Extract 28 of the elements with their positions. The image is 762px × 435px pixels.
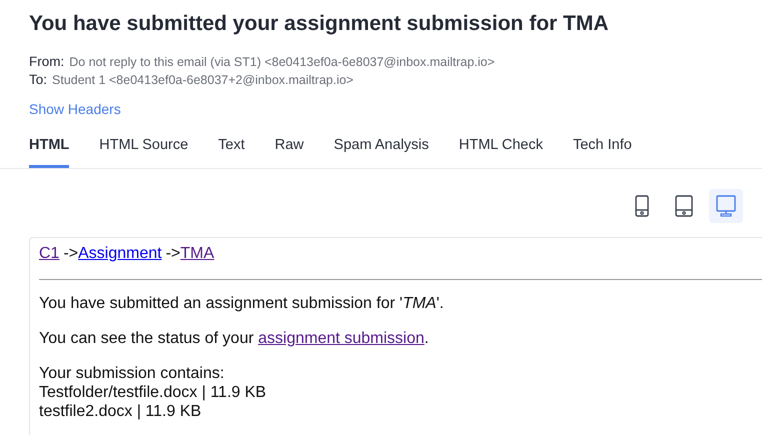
file-entry: Testfolder/testfile.docx | 11.9 KB — [39, 383, 268, 402]
breadcrumb-link[interactable]: Assignment — [78, 245, 162, 262]
phone-icon — [635, 195, 649, 217]
to-label: To: — [29, 72, 48, 87]
tab[interactable]: Spam Analysis — [334, 129, 429, 168]
breadcrumb-separator: -> — [166, 245, 180, 262]
monitor-icon — [716, 195, 736, 217]
file-entry: testfile2.docx | 11.9 KB — [39, 402, 202, 421]
contents-label: Your submission contains: — [39, 364, 226, 383]
email-subject: You have submitted your assignment submission for TMA — [28, 11, 610, 36]
tab[interactable]: Text — [218, 129, 245, 168]
show-headers-link[interactable]: Show Headers — [29, 101, 121, 117]
tab[interactable]: HTML Check — [458, 129, 543, 168]
breadcrumb-separator: -> — [63, 245, 78, 262]
tablet-icon — [675, 195, 693, 217]
breadcrumb-link[interactable]: TMA — [180, 245, 214, 262]
message-text: You have submitted an assignment submission for 'TMA'. — [39, 294, 445, 314]
desktop-view-button[interactable] — [709, 189, 743, 223]
breadcrumb-link[interactable]: C1 — [39, 245, 60, 262]
recipient-address: Student 1 <8e0413ef0a-6e8037+2@inbox.mailtrap.io> — [52, 73, 354, 87]
tab[interactable]: Raw — [274, 129, 304, 168]
from-label: From: — [29, 54, 64, 69]
submission-link[interactable]: assignment submission — [258, 330, 424, 347]
sender-address: Do not reply to this email (via ST1) <8e0413ef0a-6e8037@inbox.mailtrap.io> — [69, 55, 495, 69]
tab[interactable]: Tech Info — [572, 129, 632, 168]
tab[interactable]: HTML Source — [99, 129, 188, 168]
tab[interactable]: HTML — [29, 129, 70, 168]
status-text: You can see the status of your assignment submission. — [39, 329, 430, 349]
